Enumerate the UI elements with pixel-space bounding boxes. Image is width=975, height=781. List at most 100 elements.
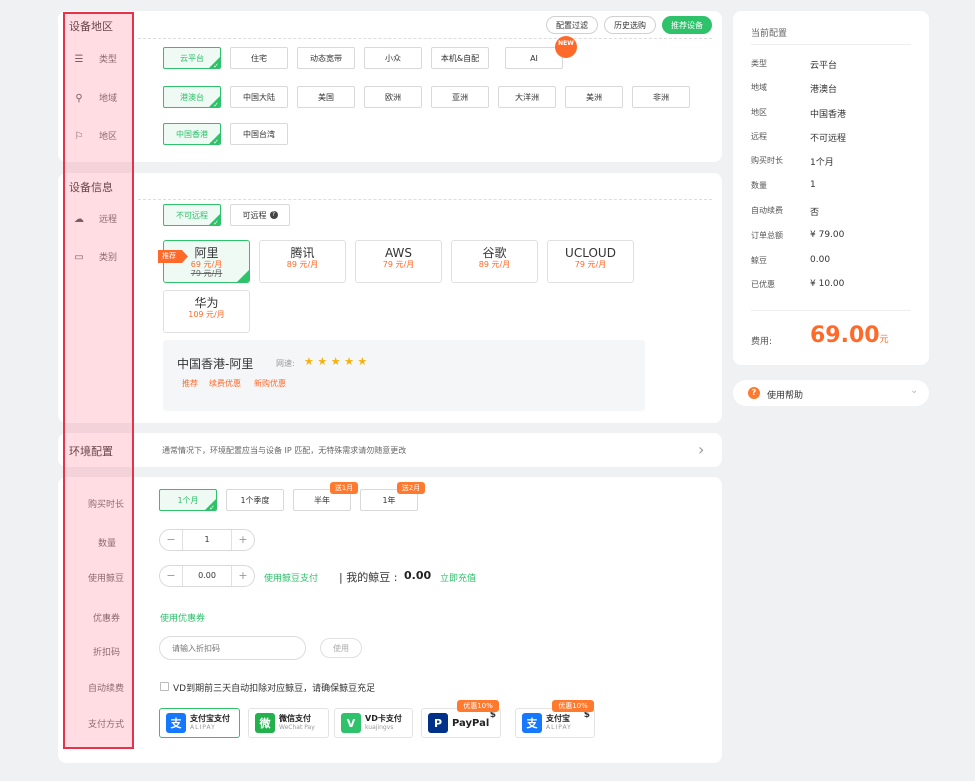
duration-quarter[interactable]: 1个季度: [226, 489, 284, 511]
use-beans-link[interactable]: 使用鲸豆支付: [264, 571, 318, 584]
fee-label: 费用:: [751, 337, 773, 347]
pay-alipay[interactable]: 支 支付宝支付 ALIPAY: [159, 708, 240, 738]
region-section-title: 设备地区: [69, 20, 113, 33]
minus-button[interactable]: −: [160, 566, 182, 586]
flag-icon: ⚐: [74, 131, 84, 142]
type-option-ai[interactable]: AI: [505, 47, 563, 69]
pay-name: 支付宝: [546, 714, 570, 723]
beans-value[interactable]: 0.00: [182, 566, 232, 586]
divider: [138, 199, 712, 200]
summary-value: 1个月: [810, 158, 834, 168]
summary-key: 购买时长: [751, 156, 783, 165]
detail-tag-new: 新购优惠: [254, 379, 286, 388]
chevron-right-icon[interactable]: ›: [698, 440, 704, 459]
vendor-detail-panel: [163, 340, 645, 411]
summary-value: 港澳台: [810, 85, 838, 95]
vendor-name: 谷歌: [482, 246, 507, 260]
type-row-label: ☰ 类型: [74, 54, 118, 65]
area-option-asia[interactable]: 亚洲: [431, 86, 489, 108]
beans-label: 使用鲸豆: [88, 574, 125, 584]
vendor-price: 79 元/月: [382, 260, 415, 269]
apply-discount-button[interactable]: 使用: [320, 638, 362, 658]
pay-sub: ALIPAY: [190, 724, 216, 731]
duration-1m[interactable]: 1个月: [159, 489, 217, 511]
purchase-history-button[interactable]: 历史选购: [604, 16, 656, 34]
fee-amount: 69.00: [810, 323, 880, 348]
vendor-huawei[interactable]: 华为 109 元/月: [163, 290, 250, 333]
area-option-europe[interactable]: 欧洲: [364, 86, 422, 108]
area-option-us[interactable]: 美国: [297, 86, 355, 108]
remote-option-no[interactable]: 不可远程: [163, 204, 221, 226]
device-section-title: 设备信息: [69, 181, 113, 194]
quantity-stepper[interactable]: − 1 +: [159, 529, 255, 551]
quantity-value[interactable]: 1: [182, 530, 232, 550]
recommended-device-button[interactable]: 推荐设备: [662, 16, 712, 34]
type-option-cloud[interactable]: 云平台: [163, 47, 221, 69]
cloud-icon: ☁: [74, 214, 84, 225]
beans-stepper[interactable]: − 0.00 +: [159, 565, 255, 587]
alipay-intl-discount-badge: 优惠10%: [552, 700, 594, 712]
summary-key: 已优惠: [751, 280, 775, 289]
qty-label: 数量: [98, 539, 117, 549]
pay-sub: kuajingvs: [365, 724, 394, 731]
vendor-price: 79 元/月: [574, 260, 607, 269]
remote-option-yes[interactable]: 可远程?: [230, 204, 290, 226]
pay-method-label: 支付方式: [88, 720, 125, 730]
paypal-discount-badge: 优惠10%: [457, 700, 499, 712]
area-option-america[interactable]: 美洲: [565, 86, 623, 108]
summary-value: 云平台: [810, 61, 838, 71]
duration-label: 购买时长: [88, 500, 125, 510]
plus-button[interactable]: +: [232, 530, 254, 550]
use-coupon-link[interactable]: 使用优惠券: [160, 611, 205, 624]
type-option-residential[interactable]: 住宅: [230, 47, 288, 69]
pay-name: 微信支付: [279, 714, 311, 723]
summary-key: 地域: [751, 83, 767, 92]
vendor-price: 89 元/月: [286, 260, 319, 269]
help-label[interactable]: 使用帮助: [767, 388, 803, 401]
bonus-badge-year: 送2月: [397, 482, 425, 494]
recharge-link[interactable]: 立即充值: [440, 571, 476, 584]
pay-alipay-intl[interactable]: 支 支付宝 ALIPAY $: [515, 708, 595, 738]
summary-key: 鲸豆: [751, 256, 767, 265]
discount-code-input[interactable]: [159, 636, 306, 660]
auto-renew-checkbox[interactable]: [160, 682, 169, 691]
chat-icon: ▭: [74, 252, 84, 263]
chevron-down-icon[interactable]: ⌄: [910, 385, 918, 396]
type-option-niche[interactable]: 小众: [364, 47, 422, 69]
pay-wechat[interactable]: 微 微信支付 WeChat Pay: [248, 708, 329, 738]
speed-label: 网速:: [276, 359, 295, 368]
config-filter-button[interactable]: 配置过滤: [546, 16, 598, 34]
pay-paypal[interactable]: P PayPal $: [421, 708, 501, 738]
pay-name: VD卡支付: [365, 714, 402, 723]
help-icon: ?: [748, 387, 760, 399]
vendor-ucloud[interactable]: UCLOUD 79 元/月: [547, 240, 634, 283]
area-option-mainland[interactable]: 中国大陆: [230, 86, 288, 108]
help-accordion[interactable]: [733, 380, 929, 406]
type-option-dynamic[interactable]: 动态宽带: [297, 47, 355, 69]
district-option-hk[interactable]: 中国香港: [163, 123, 221, 145]
vendor-aws[interactable]: AWS 79 元/月: [355, 240, 442, 283]
discount-label: 折扣码: [93, 648, 121, 658]
pay-vdcard[interactable]: V VD卡支付 kuajingvs: [334, 708, 413, 738]
vendor-price: 109 元/月: [188, 310, 225, 319]
vendor-google[interactable]: 谷歌 89 元/月: [451, 240, 538, 283]
vendor-name: AWS: [384, 246, 413, 260]
summary-value: 中国香港: [810, 110, 847, 120]
area-option-oceania[interactable]: 大洋洲: [498, 86, 556, 108]
vendor-detail-title: 中国香港-阿里: [177, 357, 254, 371]
plus-button[interactable]: +: [232, 566, 254, 586]
area-option-africa[interactable]: 非洲: [632, 86, 690, 108]
minus-button[interactable]: −: [160, 530, 182, 550]
summary-title: 当前配置: [751, 29, 788, 39]
paypal-icon: P: [428, 713, 448, 733]
vendor-tencent[interactable]: 腾讯 89 元/月: [259, 240, 346, 283]
area-option-hkmo[interactable]: 港澳台: [163, 86, 221, 108]
summary-value: 0.00: [810, 255, 831, 265]
new-badge: NEW: [555, 36, 577, 58]
remote-row-label: ☁ 远程: [74, 214, 118, 225]
detail-tag-renew: 续费优惠: [209, 379, 241, 388]
type-option-local[interactable]: 本机&自配: [431, 47, 489, 69]
district-option-tw[interactable]: 中国台湾: [230, 123, 288, 145]
coupon-label: 优惠券: [93, 614, 121, 624]
env-note: 通常情况下，环境配置应当与设备 IP 匹配，无特殊需求请勿随意更改: [162, 446, 407, 455]
